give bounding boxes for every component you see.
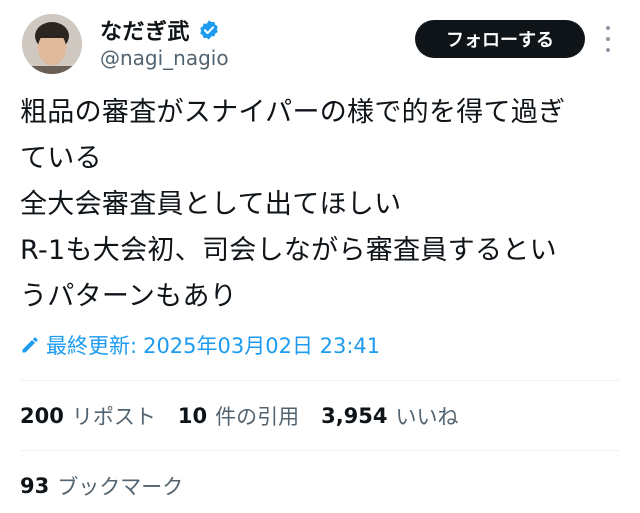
quotes-label: 件の引用 (215, 405, 300, 429)
quotes-stat[interactable]: 10 件の引用 (178, 401, 299, 431)
tweet-line: R-1も大会初、司会しながら審査員するとい (20, 235, 557, 266)
reposts-stat[interactable]: 200 リポスト (20, 401, 156, 431)
tweet-line: 全大会審査員として出てほしい (20, 189, 402, 220)
edited-timestamp-link[interactable]: 最終更新: 2025年03月02日 23:41 (20, 330, 380, 360)
divider (20, 380, 620, 381)
engagement-stats: 200 リポスト 10 件の引用 3,954 いいね (20, 400, 481, 432)
display-name-row: なだぎ武 (100, 14, 220, 46)
bookmarks-stat[interactable]: 93 ブックマーク (20, 470, 183, 502)
verified-badge-icon (200, 20, 218, 40)
edit-pencil-icon (22, 337, 38, 353)
reposts-count: 200 (20, 404, 64, 428)
tweet-line: 粗品の審査がスナイパーの様で的を得て過ぎ (20, 97, 566, 128)
quotes-count: 10 (177, 404, 208, 428)
avatar[interactable] (22, 14, 82, 74)
more-options-icon[interactable] (598, 26, 618, 52)
follow-button[interactable]: フォローする (415, 20, 585, 58)
avatar-image (22, 14, 82, 74)
more-dot (606, 48, 610, 52)
edited-label: 最終更新: (46, 334, 138, 358)
tweet-text: 粗品の審査がスナイパーの様で的を得て過ぎ ている 全大会審査員として出てほしい … (20, 90, 620, 320)
display-name[interactable]: なだぎ武 (100, 14, 190, 46)
tweet-line: うパターンもあり (20, 281, 238, 312)
user-handle[interactable]: @nagi_nagio (100, 46, 229, 70)
reposts-label: リポスト (71, 405, 156, 429)
divider (20, 450, 620, 451)
tweet-header: なだぎ武 @nagi_nagio フォローする (0, 0, 640, 86)
bookmarks-label: ブックマーク (57, 475, 184, 499)
edited-time: 2025年03月02日 23:41 (143, 334, 381, 358)
more-dot (606, 26, 610, 30)
likes-stat[interactable]: 3,954 いいね (321, 401, 458, 431)
bookmarks-count: 93 (20, 474, 50, 498)
likes-count: 3,954 (321, 404, 388, 428)
more-dot (606, 37, 610, 41)
likes-label: いいね (395, 405, 459, 429)
tweet-line: ている (20, 143, 102, 174)
